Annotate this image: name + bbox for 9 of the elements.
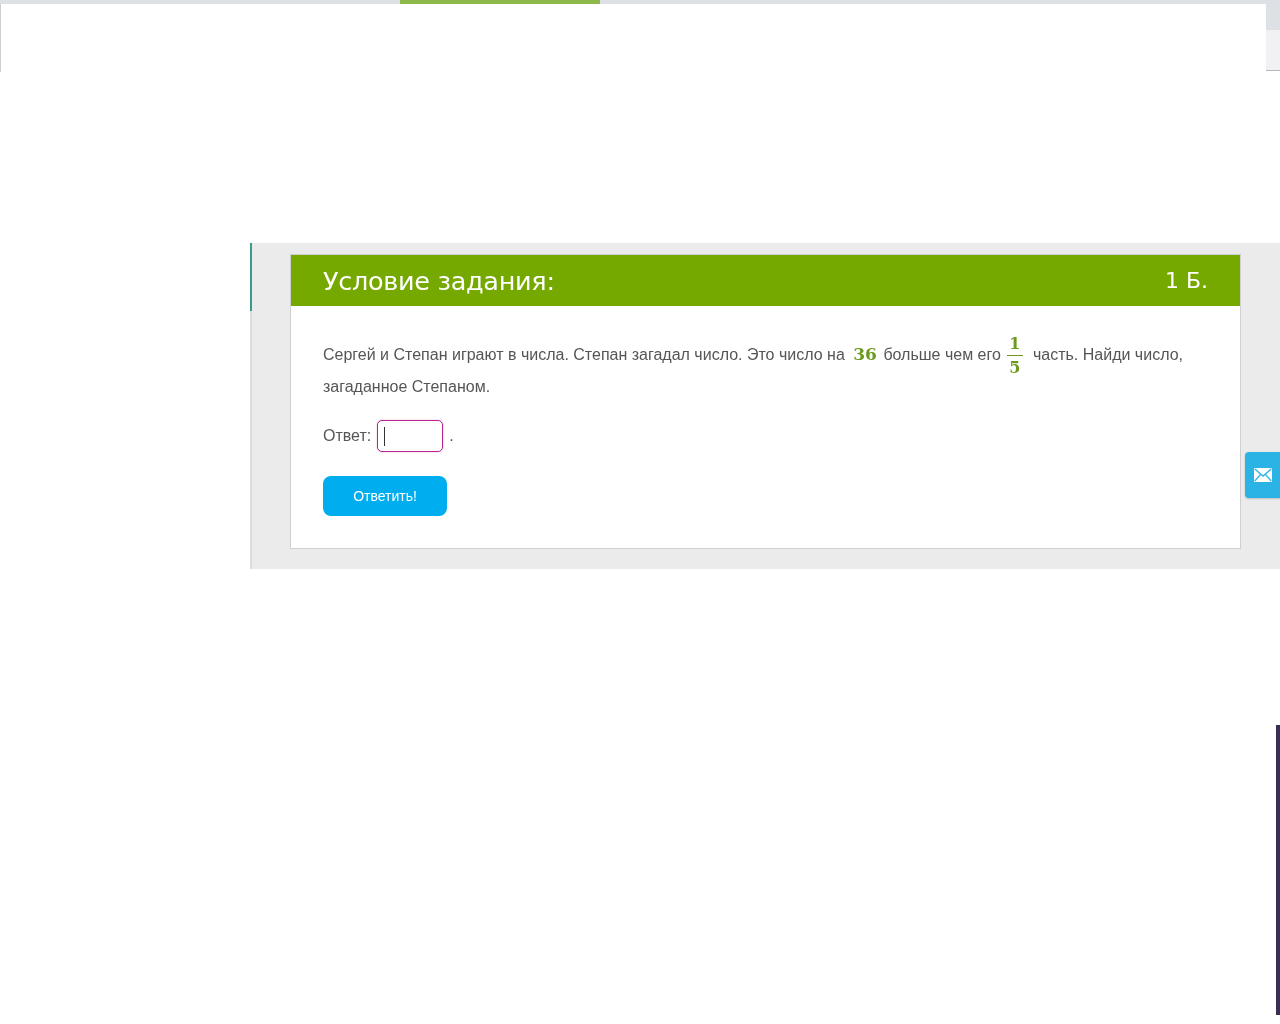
section-marker xyxy=(250,243,252,311)
side-panel-edge xyxy=(1266,4,1280,71)
submit-button[interactable]: Ответить! xyxy=(323,476,447,517)
envelope-icon xyxy=(1253,468,1272,482)
answer-period: . xyxy=(449,427,454,446)
task-title: Условие задания: xyxy=(323,265,555,296)
task-score: 1 Б. xyxy=(1164,268,1208,293)
answer-label: Ответ: xyxy=(323,427,372,446)
answer-field[interactable] xyxy=(377,420,444,453)
